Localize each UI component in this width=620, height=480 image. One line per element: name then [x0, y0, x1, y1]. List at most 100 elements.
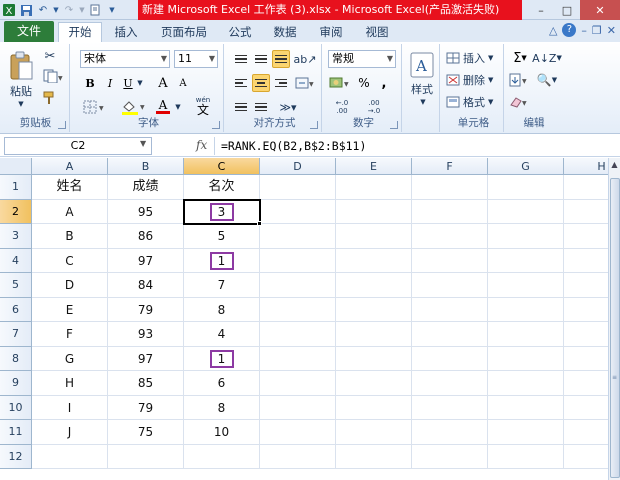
insert-dropdown-icon[interactable]: ▼ [488, 54, 493, 62]
minimize-ribbon-icon[interactable]: △ [549, 24, 557, 37]
cell-h8[interactable] [564, 347, 608, 371]
cell-e1[interactable] [336, 175, 412, 200]
cell-d5[interactable] [260, 273, 336, 298]
currency-icon[interactable]: ▼ [328, 74, 352, 92]
number-format-dropdown-icon[interactable]: ▼ [387, 51, 393, 67]
row-header-5[interactable]: 5 [0, 273, 32, 298]
cut-icon[interactable]: ✂ [42, 48, 58, 64]
cell-g9[interactable] [488, 371, 564, 396]
delete-dropdown-icon[interactable]: ▼ [488, 76, 493, 84]
cell-b8[interactable]: 97 [108, 346, 184, 371]
column-header-d[interactable]: D [260, 158, 336, 175]
italic-button[interactable]: I [102, 74, 118, 92]
font-size-combo[interactable]: 11 ▼ [174, 50, 218, 68]
cell-g1[interactable] [488, 175, 564, 200]
insert-cells-button[interactable]: 插入 ▼ [446, 50, 502, 66]
styles-dropdown-icon[interactable]: ▼ [418, 98, 428, 106]
column-header-g[interactable]: G [488, 158, 564, 175]
cell-h5[interactable] [564, 273, 608, 298]
row-header-7[interactable]: 7 [0, 322, 32, 347]
font-color-dropdown-icon[interactable]: ▼ [174, 100, 182, 114]
cell-c9[interactable]: 6 [184, 371, 260, 396]
font-name-combo[interactable]: 宋体 ▼ [80, 50, 170, 68]
cell-a8[interactable]: G [32, 346, 108, 371]
cell-f8[interactable] [412, 346, 488, 371]
fill-color-icon[interactable]: ▼ [120, 98, 148, 116]
tab-file[interactable]: 文件 [4, 21, 54, 42]
align-center-icon[interactable] [252, 74, 270, 92]
cell-c11[interactable]: 10 [184, 420, 260, 445]
cell-c8[interactable]: 1 [184, 346, 260, 371]
cell-e7[interactable] [336, 322, 412, 347]
row-header-11[interactable]: 11 [0, 420, 32, 445]
cell-e6[interactable] [336, 297, 412, 322]
cell-d9[interactable] [260, 371, 336, 396]
underline-button[interactable]: U [120, 74, 136, 92]
cell-b7[interactable]: 93 [108, 322, 184, 347]
close-button[interactable]: ✕ [580, 0, 620, 20]
cell-c4[interactable]: 1 [184, 248, 260, 273]
tab-review[interactable]: 审阅 [312, 23, 350, 42]
customize-qat-icon[interactable]: ▼ [105, 3, 119, 17]
font-size-dropdown-icon[interactable]: ▼ [209, 51, 215, 67]
clear-icon[interactable]: ▼ [508, 94, 532, 110]
cell-a2[interactable]: A [32, 199, 108, 224]
cell-h2[interactable] [564, 200, 608, 224]
font-name-dropdown-icon[interactable]: ▼ [161, 51, 167, 67]
cell-b2[interactable]: 95 [108, 199, 184, 224]
cell-e11[interactable] [336, 420, 412, 445]
font-color-button[interactable]: A [152, 96, 174, 116]
cell-f1[interactable] [412, 175, 488, 200]
cell-a7[interactable]: F [32, 322, 108, 347]
cell-d10[interactable] [260, 395, 336, 420]
cell-a4[interactable]: C [32, 248, 108, 273]
tab-page-layout[interactable]: 页面布局 [152, 23, 216, 42]
redo-icon[interactable]: ↷ [62, 3, 76, 17]
row-header-12[interactable]: 12 [0, 444, 32, 469]
row-header-9[interactable]: 9 [0, 371, 32, 396]
cell-h1[interactable] [564, 175, 608, 200]
column-header-b[interactable]: B [108, 158, 184, 175]
name-box-dropdown-icon[interactable]: ▼ [140, 139, 146, 148]
font-launcher-icon[interactable] [212, 121, 220, 129]
scroll-up-icon[interactable]: ▲ [609, 160, 620, 174]
paste-icon[interactable] [6, 48, 36, 84]
cell-e3[interactable] [336, 224, 412, 249]
fill-icon[interactable]: ▼ [508, 72, 532, 88]
paste-button[interactable]: 粘贴 [6, 84, 36, 98]
tab-home[interactable]: 开始 [58, 22, 102, 43]
redo-dropdown-icon[interactable]: ▼ [79, 3, 85, 17]
cell-e12[interactable] [336, 444, 412, 469]
cell-a12[interactable] [32, 444, 108, 469]
cell-f11[interactable] [412, 420, 488, 445]
select-all-corner[interactable] [0, 158, 32, 175]
copy-icon[interactable]: ▼ [42, 68, 64, 84]
help-icon[interactable]: ? [562, 23, 577, 37]
align-left-icon[interactable] [232, 74, 250, 92]
cell-c3[interactable]: 5 [184, 224, 260, 249]
decrease-indent-icon[interactable] [232, 98, 250, 116]
decrease-decimal-button[interactable]: .00 →.0 [360, 98, 388, 116]
cell-d11[interactable] [260, 420, 336, 445]
shrink-font-button[interactable]: A [174, 74, 192, 92]
cell-f12[interactable] [412, 444, 488, 469]
cell-b5[interactable]: 84 [108, 273, 184, 298]
cell-b6[interactable]: 79 [108, 297, 184, 322]
cell-f10[interactable] [412, 395, 488, 420]
cell-a3[interactable]: B [32, 224, 108, 249]
row-header-10[interactable]: 10 [0, 395, 32, 420]
cell-g5[interactable] [488, 273, 564, 298]
comma-button[interactable]: , [376, 74, 392, 92]
minimize-button[interactable]: – [528, 0, 554, 20]
find-select-icon[interactable]: 🔍 ▼ [534, 72, 560, 88]
cell-b10[interactable]: 79 [108, 395, 184, 420]
cell-e9[interactable] [336, 371, 412, 396]
cell-e8[interactable] [336, 346, 412, 371]
cell-g10[interactable] [488, 395, 564, 420]
cell-f4[interactable] [412, 248, 488, 273]
borders-icon[interactable]: ▼ [82, 98, 108, 116]
cell-c6[interactable]: 8 [184, 297, 260, 322]
styles-icon[interactable]: A [408, 50, 436, 80]
cell-f6[interactable] [412, 297, 488, 322]
align-right-icon[interactable] [272, 74, 290, 92]
